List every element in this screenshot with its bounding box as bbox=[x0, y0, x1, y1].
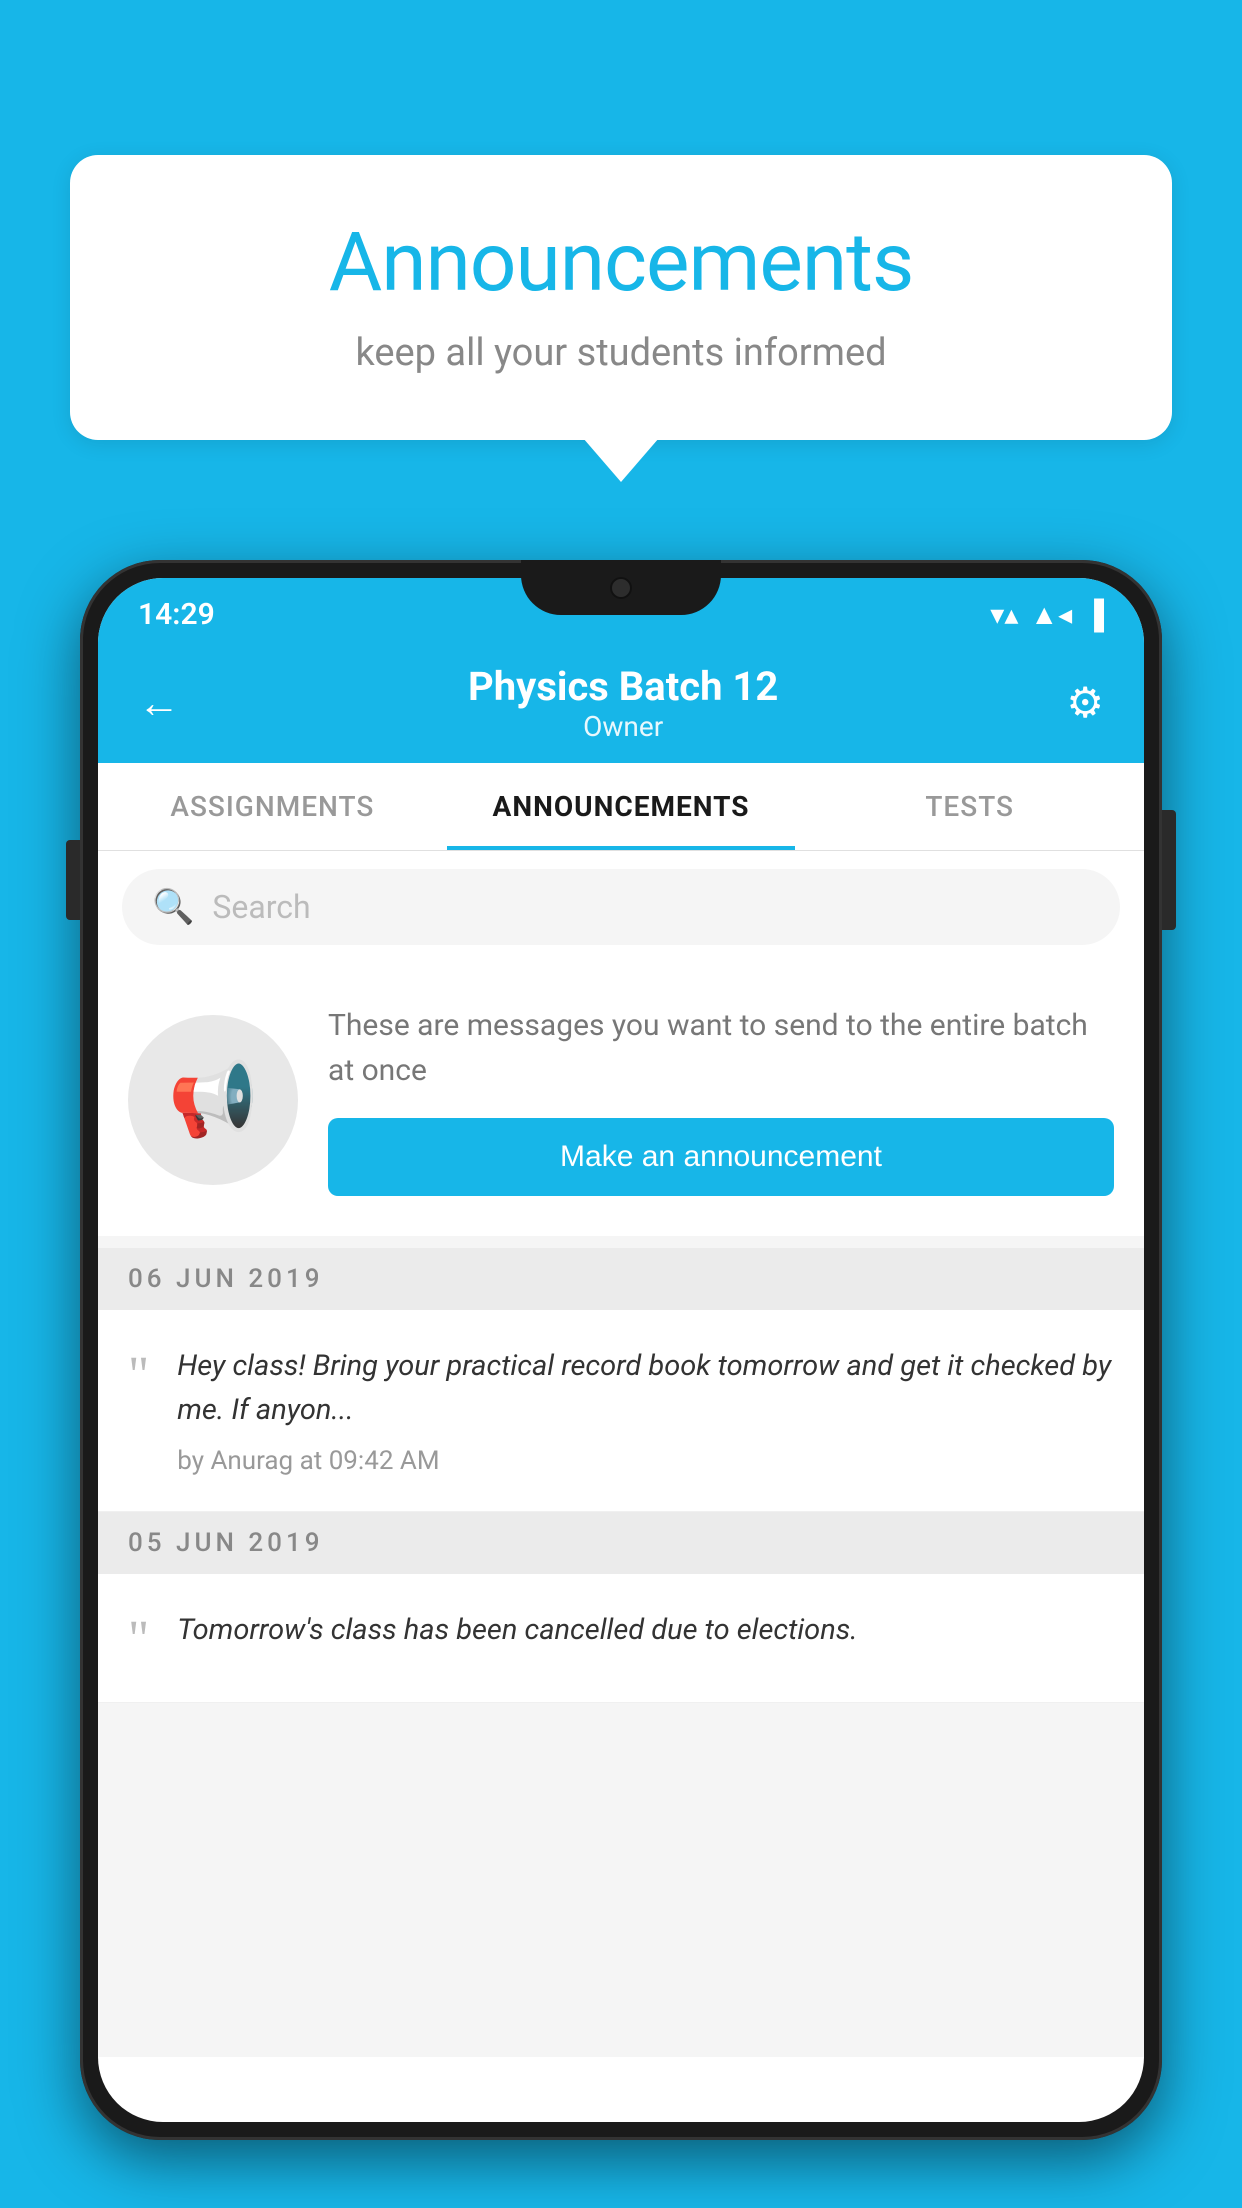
camera bbox=[610, 577, 632, 599]
announcement-meta-1: by Anurag at 09:42 AM bbox=[177, 1446, 1114, 1476]
status-icons: ▾▴ ▲◂ ▐ bbox=[990, 598, 1104, 631]
status-time: 14:29 bbox=[138, 597, 215, 632]
phone-outer: 14:29 ▾▴ ▲◂ ▐ ← Physics Batch 12 Owner ⚙ bbox=[80, 560, 1162, 2140]
search-container: 🔍 Search bbox=[98, 851, 1144, 963]
back-button[interactable]: ← bbox=[138, 679, 180, 728]
content-area: 🔍 Search 📢 These are messages you want t… bbox=[98, 851, 1144, 2057]
announcement-text-1: Hey class! Bring your practical record b… bbox=[177, 1345, 1114, 1476]
phone-notch bbox=[521, 560, 721, 615]
batch-title: Physics Batch 12 bbox=[468, 663, 778, 710]
announcement-text-2: Tomorrow's class has been cancelled due … bbox=[177, 1609, 1114, 1667]
speech-bubble-wrapper: Announcements keep all your students inf… bbox=[70, 155, 1172, 440]
search-placeholder: Search bbox=[212, 888, 310, 926]
promo-card: 📢 These are messages you want to send to… bbox=[98, 963, 1144, 1236]
search-bar[interactable]: 🔍 Search bbox=[122, 869, 1120, 945]
speech-bubble-subtitle: keep all your students informed bbox=[150, 331, 1092, 375]
date-separator-2: 05 JUN 2019 bbox=[98, 1512, 1144, 1574]
tabs-bar: ASSIGNMENTS ANNOUNCEMENTS TESTS bbox=[98, 763, 1144, 851]
quote-icon-1: " bbox=[128, 1350, 149, 1402]
announcement-message-2: Tomorrow's class has been cancelled due … bbox=[177, 1609, 1114, 1653]
announcement-item-2[interactable]: " Tomorrow's class has been cancelled du… bbox=[98, 1574, 1144, 1703]
phone-screen: 14:29 ▾▴ ▲◂ ▐ ← Physics Batch 12 Owner ⚙ bbox=[98, 578, 1144, 2122]
batch-role: Owner bbox=[468, 710, 778, 743]
date-separator-1: 06 JUN 2019 bbox=[98, 1248, 1144, 1310]
settings-icon[interactable]: ⚙ bbox=[1066, 678, 1104, 728]
announcement-message-1: Hey class! Bring your practical record b… bbox=[177, 1345, 1114, 1432]
app-bar: ← Physics Batch 12 Owner ⚙ bbox=[98, 643, 1144, 763]
promo-icon-circle: 📢 bbox=[128, 1015, 298, 1185]
speech-bubble-title: Announcements bbox=[150, 215, 1092, 311]
signal-icon: ▲◂ bbox=[1030, 598, 1072, 631]
promo-description: These are messages you want to send to t… bbox=[328, 1003, 1114, 1093]
promo-content: These are messages you want to send to t… bbox=[328, 1003, 1114, 1196]
search-icon: 🔍 bbox=[152, 887, 194, 927]
app-bar-title-section: Physics Batch 12 Owner bbox=[468, 663, 778, 743]
wifi-icon: ▾▴ bbox=[990, 598, 1018, 631]
phone-wrapper: 14:29 ▾▴ ▲◂ ▐ ← Physics Batch 12 Owner ⚙ bbox=[80, 560, 1162, 2208]
tab-announcements[interactable]: ANNOUNCEMENTS bbox=[447, 763, 796, 850]
battery-icon: ▐ bbox=[1084, 598, 1104, 631]
announcement-item-1[interactable]: " Hey class! Bring your practical record… bbox=[98, 1310, 1144, 1512]
quote-icon-2: " bbox=[128, 1614, 149, 1666]
megaphone-icon: 📢 bbox=[168, 1057, 258, 1142]
make-announcement-button[interactable]: Make an announcement bbox=[328, 1118, 1114, 1196]
speech-bubble: Announcements keep all your students inf… bbox=[70, 155, 1172, 440]
tab-assignments[interactable]: ASSIGNMENTS bbox=[98, 763, 447, 850]
tab-tests[interactable]: TESTS bbox=[795, 763, 1144, 850]
